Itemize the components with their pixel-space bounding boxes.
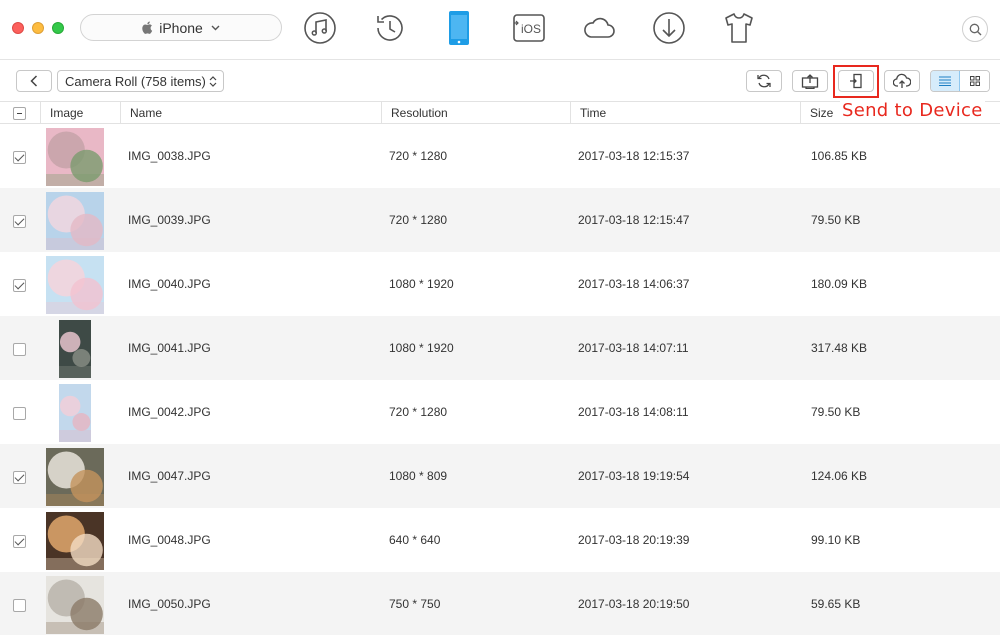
cloud-icon[interactable]: [581, 10, 617, 46]
close-window-button[interactable]: [12, 22, 24, 34]
photo-time: 2017-03-18 14:06:37: [578, 277, 690, 291]
chevron-left-icon: [30, 75, 38, 87]
photo-thumbnail: [59, 320, 91, 378]
photo-size: 180.09 KB: [811, 277, 868, 291]
send-to-device-callout: Send to Device: [840, 100, 985, 122]
photo-resolution: 720 * 1280: [389, 405, 448, 419]
photo-resolution: 720 * 1280: [389, 149, 448, 163]
grid-view-button[interactable]: [960, 71, 989, 91]
album-label: Camera Roll (758 items): [65, 73, 206, 89]
search-button[interactable]: [962, 16, 988, 42]
row-checkbox[interactable]: [13, 343, 26, 356]
table-row[interactable]: IMG_0040.JPG 1080 * 1920 2017-03-18 14:0…: [0, 252, 1000, 316]
search-icon: [969, 23, 981, 35]
photo-name: IMG_0038.JPG: [128, 149, 211, 163]
photo-size: 317.48 KB: [811, 341, 868, 355]
album-selector[interactable]: Camera Roll (758 items): [57, 70, 224, 92]
title-bar: iPhone iOS: [0, 0, 1000, 60]
send-to-device-highlight: [833, 65, 879, 98]
photo-time: 2017-03-18 12:15:47: [578, 213, 690, 227]
photo-resolution: 640 * 640: [389, 533, 441, 547]
row-checkbox[interactable]: [13, 471, 26, 484]
row-checkbox[interactable]: [13, 279, 26, 292]
to-ios-text: iOS: [521, 22, 541, 36]
grid-view-icon: [969, 76, 980, 86]
table-row[interactable]: IMG_0048.JPG 640 * 640 2017-03-18 20:19:…: [0, 508, 1000, 572]
photo-size: 79.50 KB: [811, 405, 861, 419]
photo-size: 106.85 KB: [811, 149, 868, 163]
send-to-computer-icon: [801, 74, 819, 89]
photo-name: IMG_0040.JPG: [128, 277, 211, 291]
photo-name: IMG_0042.JPG: [128, 405, 211, 419]
table-row[interactable]: IMG_0047.JPG 1080 * 809 2017-03-18 19:19…: [0, 444, 1000, 508]
photo-thumbnail: [46, 576, 104, 634]
header-select-all-cell: [0, 102, 41, 124]
apple-icon: [142, 21, 153, 34]
refresh-button[interactable]: [746, 70, 782, 92]
list-view-icon: [939, 76, 951, 86]
photo-name: IMG_0050.JPG: [128, 597, 211, 611]
row-checkbox[interactable]: [13, 407, 26, 420]
table-row[interactable]: IMG_0039.JPG 720 * 1280 2017-03-18 12:15…: [0, 188, 1000, 252]
send-to-computer-button[interactable]: [792, 70, 828, 92]
cloud-upload-icon: [893, 73, 911, 88]
photo-thumbnail: [46, 512, 104, 570]
column-header-resolution[interactable]: Resolution: [382, 102, 571, 124]
photo-thumbnail: [46, 128, 104, 186]
view-toggle: [930, 70, 990, 92]
select-all-checkbox[interactable]: [13, 107, 26, 120]
photo-time: 2017-03-18 14:07:11: [578, 341, 689, 355]
photo-time: 2017-03-18 12:15:37: [578, 149, 690, 163]
phone-icon[interactable]: [441, 10, 477, 46]
table-row[interactable]: IMG_0042.JPG 720 * 1280 2017-03-18 14:08…: [0, 380, 1000, 444]
shirt-icon[interactable]: [721, 10, 757, 46]
device-name: iPhone: [159, 19, 203, 36]
photo-name: IMG_0039.JPG: [128, 213, 211, 227]
photo-size: 79.50 KB: [811, 213, 861, 227]
device-selector[interactable]: iPhone: [80, 14, 282, 41]
row-checkbox[interactable]: [13, 535, 26, 548]
photo-resolution: 1080 * 809: [389, 469, 448, 483]
photo-name: IMG_0041.JPG: [128, 341, 211, 355]
row-checkbox[interactable]: [13, 215, 26, 228]
photo-size: 124.06 KB: [811, 469, 868, 483]
photo-name: IMG_0048.JPG: [128, 533, 211, 547]
refresh-icon: [757, 74, 771, 88]
column-header-time[interactable]: Time: [571, 102, 801, 124]
photo-resolution: 1080 * 1920: [389, 277, 454, 291]
photo-thumbnail: [46, 448, 104, 506]
upload-to-cloud-button[interactable]: [884, 70, 920, 92]
list-view-button[interactable]: [931, 71, 961, 91]
photo-size: 99.10 KB: [811, 533, 861, 547]
photo-thumbnail: [46, 192, 104, 250]
history-icon[interactable]: [372, 10, 408, 46]
row-checkbox[interactable]: [13, 151, 26, 164]
table-row[interactable]: IMG_0050.JPG 750 * 750 2017-03-18 20:19:…: [0, 572, 1000, 635]
photo-table-body: IMG_0038.JPG 720 * 1280 2017-03-18 12:15…: [0, 124, 1000, 635]
photo-name: IMG_0047.JPG: [128, 469, 211, 483]
photo-thumbnail: [46, 256, 104, 314]
photo-resolution: 1080 * 1920: [389, 341, 454, 355]
photo-time: 2017-03-18 14:08:11: [578, 405, 689, 419]
music-icon[interactable]: [302, 10, 338, 46]
download-icon[interactable]: [651, 10, 687, 46]
up-down-arrows-icon: [209, 76, 217, 87]
photo-thumbnail: [59, 384, 91, 442]
photo-time: 2017-03-18 19:19:54: [578, 469, 690, 483]
photo-size: 59.65 KB: [811, 597, 861, 611]
photo-time: 2017-03-18 20:19:39: [578, 533, 690, 547]
photo-time: 2017-03-18 20:19:50: [578, 597, 690, 611]
photo-resolution: 720 * 1280: [389, 213, 448, 227]
column-header-name[interactable]: Name: [121, 102, 382, 124]
zoom-window-button[interactable]: [52, 22, 64, 34]
row-checkbox[interactable]: [13, 599, 26, 612]
column-header-image[interactable]: Image: [41, 102, 121, 124]
chevron-down-icon: [211, 25, 220, 30]
to-ios-icon[interactable]: iOS: [511, 10, 547, 46]
minimize-window-button[interactable]: [32, 22, 44, 34]
table-row[interactable]: IMG_0038.JPG 720 * 1280 2017-03-18 12:15…: [0, 124, 1000, 188]
back-button[interactable]: [16, 70, 52, 92]
table-row[interactable]: IMG_0041.JPG 1080 * 1920 2017-03-18 14:0…: [0, 316, 1000, 380]
photo-resolution: 750 * 750: [389, 597, 441, 611]
